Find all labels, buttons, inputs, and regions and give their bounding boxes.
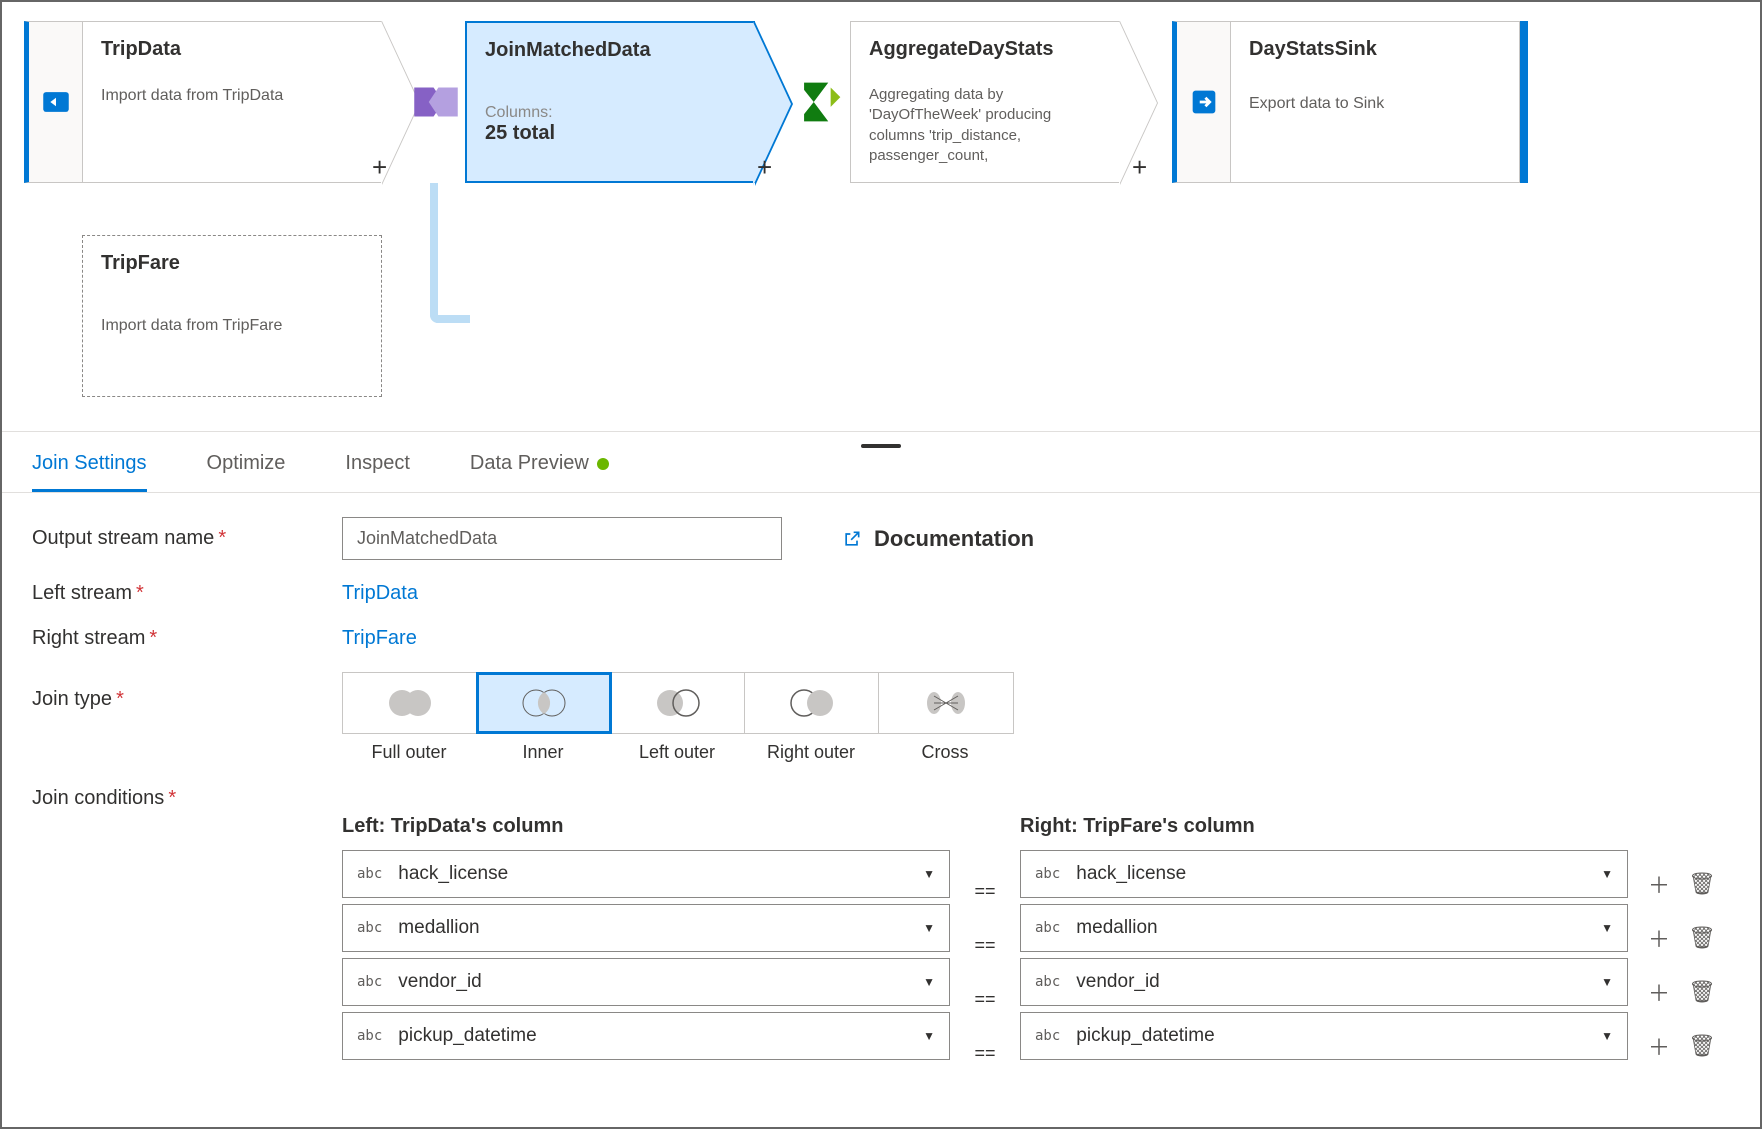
documentation-link[interactable]: Documentation xyxy=(842,526,1034,552)
delete-condition-3[interactable]: 🗑 xyxy=(1688,1033,1716,1059)
delete-condition-2[interactable]: 🗑 xyxy=(1688,979,1716,1005)
jc-left-column: Left: TripData's column abchack_license▼… xyxy=(342,815,950,1083)
output-stream-input[interactable] xyxy=(342,517,782,560)
preview-status-dot xyxy=(597,458,609,470)
add-after-join[interactable]: + xyxy=(757,152,772,183)
delete-condition-1[interactable]: 🗑 xyxy=(1688,925,1716,951)
node-title: TripFare xyxy=(101,252,363,275)
jc-left-1[interactable]: abcmedallion▼ xyxy=(342,904,950,952)
join-conditions-table: Left: TripData's column abchack_license▼… xyxy=(342,815,1716,1083)
join-type-cross[interactable] xyxy=(879,673,1013,733)
delete-condition-0[interactable]: 🗑 xyxy=(1688,871,1716,897)
right-stream-value[interactable]: TripFare xyxy=(342,627,417,650)
node-title: DayStatsSink xyxy=(1249,38,1501,61)
join-type-right-outer[interactable] xyxy=(745,673,879,733)
jc-left-header: Left: TripData's column xyxy=(342,815,950,838)
tab-optimize[interactable]: Optimize xyxy=(207,452,286,492)
source-icon-tripdata xyxy=(24,21,82,183)
node-desc: Aggregating data by 'DayOfTheWeek' produ… xyxy=(869,85,1101,166)
left-stream-value[interactable]: TripData xyxy=(342,582,418,605)
database-sink-icon xyxy=(1187,85,1221,119)
jt-label-inner: Inner xyxy=(476,742,610,763)
panel-resize-handle[interactable] xyxy=(861,444,901,448)
jt-label-full: Full outer xyxy=(342,742,476,763)
app-frame: TripData Import data from TripData + Joi… xyxy=(0,0,1762,1129)
node-title: TripData xyxy=(101,38,363,61)
add-after-aggregate[interactable]: + xyxy=(1132,152,1147,183)
tab-label: Data Preview xyxy=(470,452,589,474)
jt-label-cross: Cross xyxy=(878,742,1012,763)
eq-3: == xyxy=(950,1029,1020,1083)
jt-label-right: Right outer xyxy=(744,742,878,763)
add-condition-1[interactable]: ＋ xyxy=(1648,922,1670,954)
sink-icon-col xyxy=(1172,21,1230,183)
add-condition-0[interactable]: ＋ xyxy=(1648,868,1670,900)
eq-2: == xyxy=(950,975,1020,1029)
jc-right-column: Right: TripFare's column abchack_license… xyxy=(1020,815,1628,1083)
external-link-icon xyxy=(842,529,862,549)
node-columns-label: Columns: xyxy=(485,104,735,122)
aggregate-icon-col xyxy=(792,21,850,183)
eq-1: == xyxy=(950,921,1020,975)
sigma-icon xyxy=(792,73,850,131)
node-title: JoinMatchedData xyxy=(485,39,735,62)
node-desc: Import data from TripFare xyxy=(101,315,363,337)
node-columns-count: 25 total xyxy=(485,122,735,145)
jc-left-2[interactable]: abcvendor_id▼ xyxy=(342,958,950,1006)
jt-label-left: Left outer xyxy=(610,742,744,763)
join-icon xyxy=(407,73,465,131)
tab-inspect[interactable]: Inspect xyxy=(345,452,409,492)
output-stream-label: Output stream name* xyxy=(32,527,342,550)
jc-operators: == == == == xyxy=(950,815,1020,1083)
node-desc: Import data from TripData xyxy=(101,85,363,107)
node-tripdata[interactable]: TripData Import data from TripData xyxy=(82,21,382,183)
add-after-tripdata[interactable]: + xyxy=(372,152,387,183)
jc-right-0[interactable]: abchack_license▼ xyxy=(1020,850,1628,898)
tab-join-settings[interactable]: Join Settings xyxy=(32,452,147,492)
jc-right-header: Right: TripFare's column xyxy=(1020,815,1628,838)
node-desc: Export data to Sink xyxy=(1249,93,1501,115)
jc-right-3[interactable]: abcpickup_datetime▼ xyxy=(1020,1012,1628,1060)
join-type-label: Join type* xyxy=(32,672,342,711)
join-icon-col xyxy=(407,21,465,183)
node-tripfare[interactable]: TripFare Import data from TripFare xyxy=(82,235,382,397)
join-type-full-outer[interactable] xyxy=(343,673,477,733)
join-settings-form: Output stream name* Documentation Left s… xyxy=(2,493,1760,1129)
join-type-labels: Full outer Inner Left outer Right outer … xyxy=(342,742,1014,763)
tab-data-preview[interactable]: Data Preview xyxy=(470,452,609,492)
join-type-inner[interactable] xyxy=(477,673,611,733)
dataset-icon xyxy=(39,85,73,119)
join-type-left-outer[interactable] xyxy=(611,673,745,733)
jc-right-1[interactable]: abcmedallion▼ xyxy=(1020,904,1628,952)
settings-tabs: Join Settings Optimize Inspect Data Prev… xyxy=(2,432,1760,493)
left-stream-label: Left stream* xyxy=(32,582,342,605)
eq-0: == xyxy=(950,867,1020,921)
right-stream-label: Right stream* xyxy=(32,627,342,650)
node-aggregatedaystats[interactable]: AggregateDayStats Aggregating data by 'D… xyxy=(850,21,1120,183)
join-type-group xyxy=(342,672,1014,734)
node-joinmatcheddata[interactable]: JoinMatchedData Columns: 25 total xyxy=(465,21,755,183)
node-title: AggregateDayStats xyxy=(869,38,1101,61)
jc-right-2[interactable]: abcvendor_id▼ xyxy=(1020,958,1628,1006)
jc-left-0[interactable]: abchack_license▼ xyxy=(342,850,950,898)
add-condition-2[interactable]: ＋ xyxy=(1648,976,1670,1008)
jc-row-actions: ＋ 🗑 ＋ 🗑 ＋ 🗑 ＋ 🗑 xyxy=(1648,815,1716,1083)
sink-right-bar xyxy=(1520,21,1528,183)
connector-tripfare-join xyxy=(430,183,470,323)
add-condition-3[interactable]: ＋ xyxy=(1648,1030,1670,1062)
join-conditions-label: Join conditions* xyxy=(32,785,342,810)
jc-left-3[interactable]: abcpickup_datetime▼ xyxy=(342,1012,950,1060)
dataflow-canvas[interactable]: TripData Import data from TripData + Joi… xyxy=(2,2,1760,432)
node-daystatssink[interactable]: DayStatsSink Export data to Sink xyxy=(1230,21,1520,183)
documentation-label: Documentation xyxy=(874,526,1034,552)
